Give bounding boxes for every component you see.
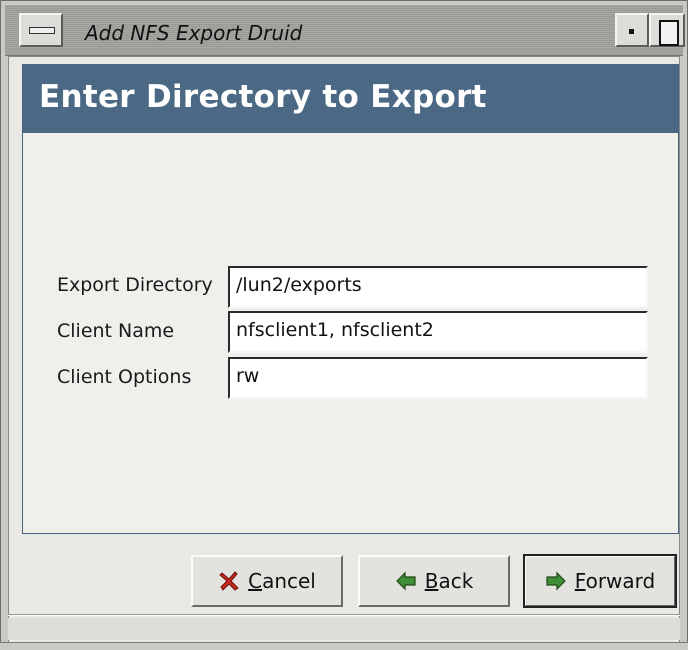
cancel-button[interactable]: Cancel bbox=[191, 555, 343, 607]
window-menu-button[interactable] bbox=[19, 13, 63, 47]
back-label: Back bbox=[424, 569, 474, 593]
back-button[interactable]: Back bbox=[358, 555, 510, 607]
page-title: Enter Directory to Export bbox=[39, 79, 487, 115]
maximize-icon bbox=[659, 20, 679, 46]
window-menu-icon bbox=[29, 27, 55, 34]
arrow-right-icon bbox=[545, 570, 567, 592]
export-directory-label: Export Directory bbox=[57, 274, 213, 296]
button-divider bbox=[8, 614, 680, 616]
title-bar[interactable]: Add NFS Export Druid bbox=[5, 5, 685, 56]
export-directory-input[interactable]: /lun2/exports bbox=[228, 266, 648, 308]
minimize-icon bbox=[629, 29, 634, 34]
client-name-input[interactable]: nfsclient1, nfsclient2 bbox=[228, 311, 648, 353]
cancel-label: Cancel bbox=[248, 569, 316, 593]
client-options-input[interactable]: rw bbox=[228, 357, 648, 399]
client-name-label: Client Name bbox=[57, 320, 175, 342]
minimize-button[interactable] bbox=[615, 13, 649, 47]
forward-label: Forward bbox=[574, 569, 656, 593]
client-options-label: Client Options bbox=[57, 366, 192, 388]
druid-page: Enter Directory to Export Export Directo… bbox=[22, 64, 679, 534]
page-banner: Enter Directory to Export bbox=[23, 65, 678, 133]
cancel-x-icon bbox=[218, 570, 240, 592]
maximize-button[interactable] bbox=[649, 13, 685, 47]
forward-button[interactable]: Forward bbox=[523, 554, 677, 608]
status-bar bbox=[8, 618, 680, 640]
arrow-left-icon bbox=[395, 570, 417, 592]
window-title: Add NFS Export Druid bbox=[85, 21, 303, 45]
